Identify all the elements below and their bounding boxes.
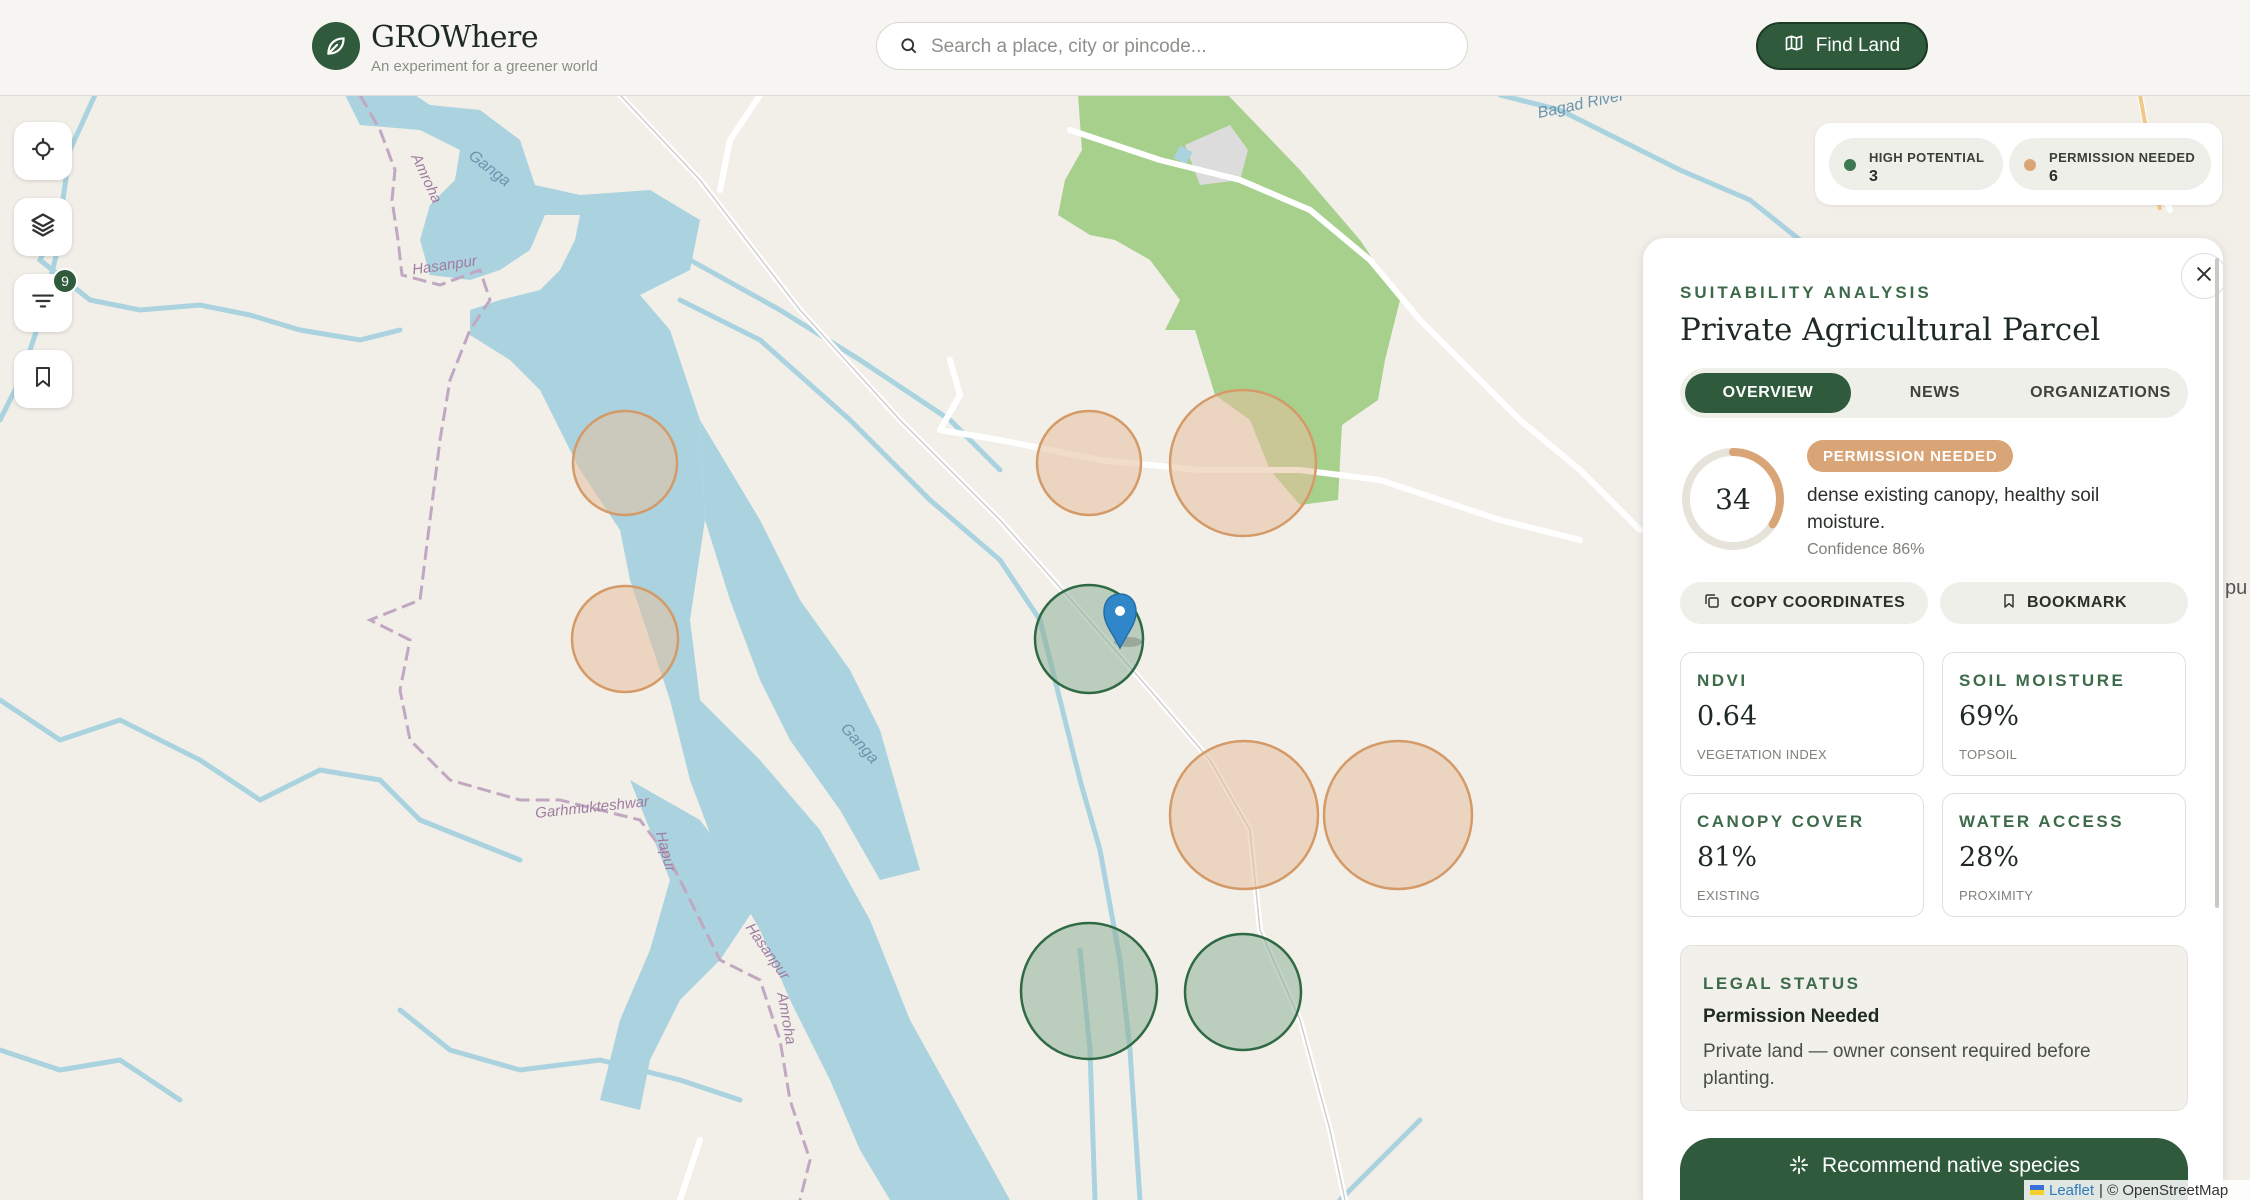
metric-sublabel: PROXIMITY <box>1959 888 2034 903</box>
legend-permission-needed[interactable]: PERMISSION NEEDED 6 <box>2009 138 2211 190</box>
map-attribution: Leaflet | © OpenStreetMap <box>2024 1180 2250 1200</box>
bookmark-icon <box>2001 592 2017 615</box>
copy-coordinates-button[interactable]: COPY COORDINATES <box>1680 582 1928 624</box>
legend-high-potential[interactable]: HIGH POTENTIAL 3 <box>1829 138 2003 190</box>
leaflet-link[interactable]: Leaflet <box>2049 1182 2094 1199</box>
metric-card-ndvi: NDVI 0.64 VEGETATION INDEX <box>1680 652 1924 776</box>
brand-name: GROWhere <box>371 20 539 55</box>
site-permission-2[interactable] <box>1035 409 1143 517</box>
filter-icon <box>30 288 56 319</box>
locate-button[interactable] <box>14 122 72 180</box>
search-input[interactable] <box>929 31 1453 63</box>
map-icon <box>1784 33 1804 59</box>
metric-label: NDVI <box>1697 671 1748 690</box>
map-legend: HIGH POTENTIAL 3 PERMISSION NEEDED 6 <box>1815 123 2222 205</box>
legal-status-text: Private land — owner consent required be… <box>1703 1041 2091 1089</box>
sparkle-icon <box>1788 1154 1810 1182</box>
suitability-score: 34 <box>1715 482 1751 516</box>
legend-count: 3 <box>1869 168 1878 185</box>
metric-sublabel: TOPSOIL <box>1959 747 2018 762</box>
legend-count: 6 <box>2049 168 2058 185</box>
filter-button[interactable]: 9 <box>14 268 78 332</box>
legal-status-title: Permission Needed <box>1703 1006 1880 1027</box>
crosshair-icon <box>30 136 56 167</box>
legal-status-label: LEGAL STATUS <box>1703 974 1861 993</box>
metric-value: 28% <box>1959 842 2020 873</box>
tab-overview[interactable]: OVERVIEW <box>1685 373 1851 413</box>
metric-label: CANOPY COVER <box>1697 812 1865 831</box>
tab-organizations[interactable]: ORGANIZATIONS <box>2018 373 2183 413</box>
leaf-logo-icon[interactable] <box>312 22 360 70</box>
site-high-3[interactable] <box>1183 932 1303 1052</box>
metric-card-canopy-cover: CANOPY COVER 81% EXISTING <box>1680 793 1924 917</box>
metric-card-soil-moisture: SOIL MOISTURE 69% TOPSOIL <box>1942 652 2186 776</box>
site-high-2[interactable] <box>1019 921 1159 1061</box>
layers-button[interactable] <box>14 198 72 256</box>
site-permission-1[interactable] <box>571 409 679 517</box>
layers-icon <box>29 211 57 244</box>
legend-label: HIGH POTENTIAL <box>1869 150 1985 165</box>
panel-eyebrow: SUITABILITY ANALYSIS <box>1680 283 1932 302</box>
search-box[interactable] <box>876 22 1468 70</box>
bookmarks-button[interactable] <box>14 350 72 408</box>
tab-news[interactable]: NEWS <box>1855 373 2015 413</box>
filter-count-badge: 9 <box>52 268 78 294</box>
metric-sublabel: VEGETATION INDEX <box>1697 747 1828 762</box>
metric-value: 0.64 <box>1697 701 1758 732</box>
osm-attribution-text: | © OpenStreetMap <box>2099 1181 2229 1199</box>
app-header: GROWhere An experiment for a greener wor… <box>0 0 2250 96</box>
copy-coordinates-label: COPY COORDINATES <box>1730 594 1906 611</box>
close-icon <box>2194 264 2214 289</box>
bookmark-label: BOOKMARK <box>2027 594 2127 611</box>
site-permission-5[interactable] <box>1168 739 1320 891</box>
suitability-description: dense existing canopy, healthy soil mois… <box>1807 485 2100 533</box>
panel-title: Private Agricultural Parcel <box>1680 312 2101 348</box>
find-land-label: Find Land <box>1815 35 1901 56</box>
recommend-species-label: Recommend native species <box>1822 1154 2080 1177</box>
legend-label: PERMISSION NEEDED <box>2049 150 2196 165</box>
bookmark-icon <box>31 365 55 394</box>
site-permission-4[interactable] <box>570 584 680 694</box>
flag-icon <box>2030 1185 2044 1195</box>
status-badge: PERMISSION NEEDED <box>1807 440 2014 472</box>
panel-scrollbar[interactable] <box>2215 258 2219 908</box>
brand-tagline: An experiment for a greener world <box>371 58 598 75</box>
bookmark-button[interactable]: BOOKMARK <box>1940 582 2188 624</box>
metric-card-water-access: WATER ACCESS 28% PROXIMITY <box>1942 793 2186 917</box>
metric-value: 69% <box>1959 701 2020 732</box>
green-dot-icon <box>1844 159 1856 171</box>
site-permission-6[interactable] <box>1322 739 1474 891</box>
map-label-place: pu <box>2225 577 2248 599</box>
orange-dot-icon <box>2024 159 2036 171</box>
metric-label: WATER ACCESS <box>1959 812 2125 831</box>
metric-sublabel: EXISTING <box>1697 888 1761 903</box>
copy-icon <box>1703 592 1721 615</box>
suitability-panel: SUITABILITY ANALYSIS Private Agricultura… <box>1643 238 2223 1200</box>
site-permission-3[interactable] <box>1168 388 1318 538</box>
search-icon <box>899 36 919 61</box>
panel-tabs: OVERVIEW NEWS ORGANIZATIONS <box>1680 368 2188 418</box>
metric-label: SOIL MOISTURE <box>1959 671 2126 690</box>
confidence-text: Confidence 86% <box>1807 541 1925 558</box>
metric-value: 81% <box>1697 842 1758 873</box>
legal-status-card: LEGAL STATUS Permission Needed Private l… <box>1680 945 2188 1111</box>
find-land-button[interactable]: Find Land <box>1756 22 1928 70</box>
